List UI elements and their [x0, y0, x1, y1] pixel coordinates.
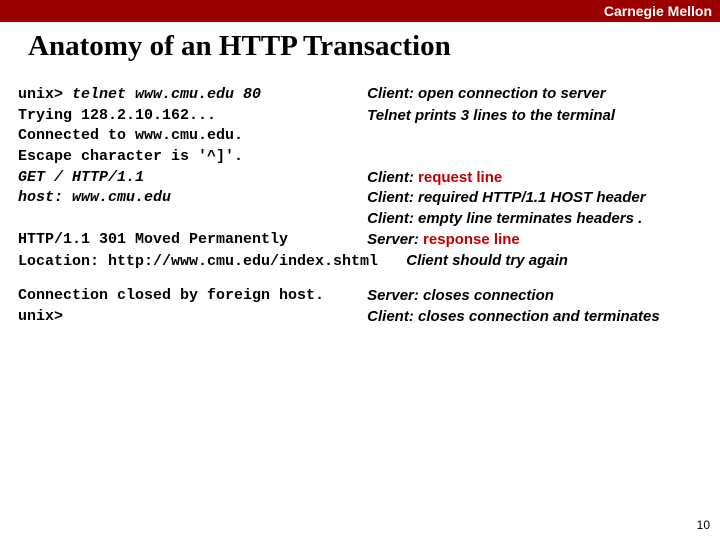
line-3: Connected to www.cmu.edu.	[18, 126, 720, 147]
line-2: Trying 128.2.10.162... Telnet prints 3 l…	[18, 106, 720, 127]
annotation-prefix: Client:	[367, 169, 418, 186]
line-1: unix> telnet www.cmu.edu 80 Client: open…	[18, 84, 720, 106]
annotation-highlight: response line	[423, 231, 520, 248]
terminal-output: Escape character is '^]'.	[18, 147, 363, 168]
line-4: Escape character is '^]'.	[18, 147, 720, 168]
line-10: Connection closed by foreign host. Serve…	[18, 286, 720, 307]
annotation: Client: required HTTP/1.1 HOST header	[367, 188, 645, 209]
terminal-output: Trying 128.2.10.162...	[18, 106, 363, 127]
slide-body: unix> telnet www.cmu.edu 80 Client: open…	[18, 84, 720, 328]
annotation: Telnet prints 3 lines to the terminal	[367, 106, 615, 127]
line-11: unix> Client: closes connection and term…	[18, 307, 720, 328]
slide: Carnegie Mellon Anatomy of an HTTP Trans…	[0, 0, 720, 540]
command: host: www.cmu.edu	[18, 188, 363, 209]
org-label: Carnegie Mellon	[604, 3, 712, 19]
terminal-output: Connection closed by foreign host.	[18, 286, 363, 307]
prompt: unix>	[18, 86, 72, 103]
terminal-output: Location: http://www.cmu.edu/index.shtml	[18, 253, 378, 270]
terminal-output: Connected to www.cmu.edu.	[18, 126, 363, 147]
annotation: Client should try again	[406, 252, 568, 269]
terminal-output: HTTP/1.1 301 Moved Permanently	[18, 230, 363, 251]
command: telnet www.cmu.edu 80	[72, 86, 261, 103]
line-6: host: www.cmu.edu Client: required HTTP/…	[18, 188, 720, 209]
line-5: GET / HTTP/1.1 Client: request line	[18, 168, 720, 189]
annotation: Client: open connection to server	[367, 84, 605, 105]
line-8: HTTP/1.1 301 Moved Permanently Server: r…	[18, 230, 720, 251]
line-7: Client: empty line terminates headers .	[18, 209, 720, 230]
header-bar: Carnegie Mellon	[0, 0, 720, 22]
page-number: 10	[697, 518, 710, 532]
annotation: Client: closes connection and terminates	[367, 307, 660, 328]
annotation-prefix: Server:	[367, 231, 423, 248]
slide-title: Anatomy of an HTTP Transaction	[0, 22, 720, 69]
command: GET / HTTP/1.1	[18, 168, 363, 189]
annotation: Server: closes connection	[367, 286, 554, 307]
line-9: Location: http://www.cmu.edu/index.shtml…	[18, 251, 720, 273]
prompt: unix>	[18, 307, 363, 328]
annotation: Client: empty line terminates headers .	[367, 209, 642, 230]
annotation-highlight: request line	[418, 169, 502, 186]
